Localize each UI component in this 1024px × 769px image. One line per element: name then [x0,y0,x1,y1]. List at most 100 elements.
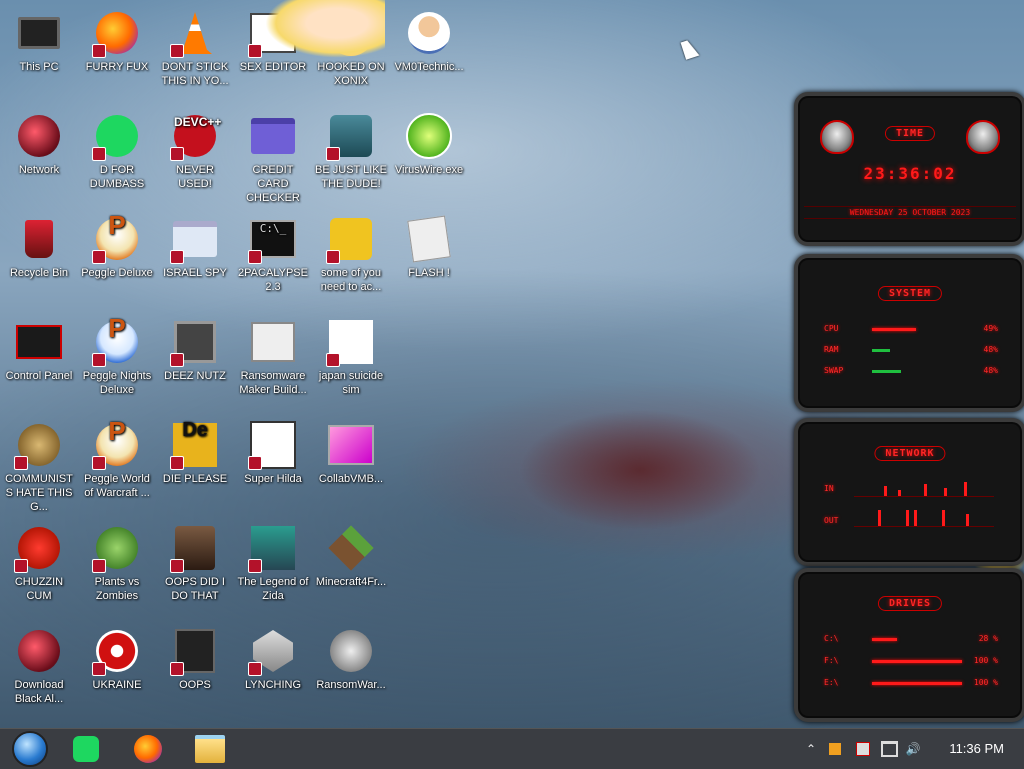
network-icon[interactable] [878,729,900,769]
icon-label: VirusWire.exe [394,164,464,176]
desktop-icon-plants-vs-zombies[interactable]: Plants vs Zombies [78,521,156,617]
scooby-icon [326,216,374,264]
desktop-icon-flash[interactable]: FLASH ! [390,212,468,308]
credit-card-icon [250,113,296,159]
desktop-icon-collabvm[interactable]: CollabVMB... [312,418,390,514]
drive-value: 28 % [978,634,998,643]
shortcut-arrow-icon [14,456,28,470]
shortcut-arrow-icon [170,662,184,676]
date-display: WEDNESDAY 25 OCTOBER 2023 [804,206,1016,219]
desktop-icon-oops-did-i[interactable]: OOPS DID I DO THAT [156,521,234,617]
drive-row-c: C:\ 28 % [824,634,998,648]
drive-label: E:\ [824,678,839,687]
taskbar-firefox[interactable] [122,729,174,769]
icon-label: FURRY FUX [85,61,149,73]
time-gadget[interactable]: TIME 23:36:02 WEDNESDAY 25 OCTOBER 2023 [794,92,1024,246]
shortcut-arrow-icon [92,250,106,264]
desktop-icon-furry-fux[interactable]: FURRY FUX [78,6,156,102]
volume-icon[interactable]: 🔊 [902,729,924,769]
drives-gadget[interactable]: DRIVES C:\ 28 % F:\ 100 % E:\ 100 % [794,568,1024,722]
icon-label: CHUZZIN CUM [14,576,64,602]
taskbar-file-explorer[interactable] [184,729,236,769]
icon-label: HOOKED ON XONIX [317,61,385,87]
desktop-icon-peggle-wow[interactable]: P Peggle World of Warcraft ... [78,418,156,514]
icon-label: OOPS DID I DO THAT [165,576,225,602]
desktop-icon-deez-nutz[interactable]: DEEZ NUTZ [156,315,234,411]
drive-label: C:\ [824,634,839,643]
desktop-icon-minecraft[interactable]: Minecraft4Fr... [312,521,390,617]
desktop-icon-credit-card[interactable]: CREDIT CARD CHECKER [234,109,312,205]
shortcut-arrow-icon [326,353,340,367]
lynching-icon [248,628,296,676]
desktop-icon-chuzzin[interactable]: CHUZZIN CUM [0,521,78,617]
icon-label: NEVER USED! [176,164,214,190]
chevron-up-icon[interactable]: ⌃ [800,729,822,769]
network-gadget[interactable]: NETWORK IN OUT [794,418,1024,566]
ram-label: RAM [824,345,839,354]
desktop-icon-recycle-bin[interactable]: Recycle Bin [0,212,78,308]
desktop-icon-japan-suicide-sim[interactable]: japan suicide sim [312,315,390,411]
shortcut-arrow-icon [170,559,184,573]
desktop-icon-download-black[interactable]: Download Black Al... [0,624,78,720]
shortcut-arrow-icon [170,353,184,367]
desktop-icon-ransomwar[interactable]: RansomWar... [312,624,390,720]
desktop-icon-ransomware-maker[interactable]: Ransomware Maker Build... [234,315,312,411]
portrait-icon [170,525,218,573]
desktop-icon-d-for-dumbass[interactable]: D FOR DUMBASS [78,109,156,205]
gadget-title: NETWORK [874,446,946,461]
alien-head-icon [966,120,1000,154]
icon-label: DEEZ NUTZ [164,370,226,382]
doctor-icon [406,10,452,56]
cpu-bar [872,328,916,331]
taskbar-spotify[interactable] [60,729,112,769]
desktop-icon-be-just-like-dude[interactable]: BE JUST LIKE THE DUDE! [312,109,390,205]
desktop-icon-die-please[interactable]: De DIE PLEASE [156,418,234,514]
desktop-icon-ukraine[interactable]: UKRAINE [78,624,156,720]
desktop-icon-viruswire[interactable]: VirusWire.exe [390,109,468,205]
zelda-icon [248,525,296,573]
desktop-icon-super-hilda[interactable]: Super Hilda [234,418,312,514]
shortcut-arrow-icon [170,456,184,470]
ram-row: RAM 48% [824,345,998,359]
desktop-icon-control-panel[interactable]: Control Panel [0,315,78,411]
desktop-icon-dont-stick[interactable]: DONT STICK THIS IN YO... [156,6,234,102]
shortcut-arrow-icon [92,559,106,573]
flash-icon [406,215,452,263]
network-spy-icon [170,216,218,264]
desktop-icon-never-used[interactable]: DEVC++ NEVER USED! [156,109,234,205]
desktop-icon-communists[interactable]: COMMUNISTS HATE THIS G... [0,418,78,514]
drive-row-e: E:\ 100 % [824,678,998,692]
action-center-icon[interactable] [852,729,874,769]
icon-label: DIE PLEASE [162,473,228,485]
recycle-bin-icon [16,216,62,262]
flag-icon[interactable] [824,729,846,769]
start-button[interactable] [4,729,56,769]
system-gadget[interactable]: SYSTEM CPU 49% RAM 48% SWAP 48% [794,254,1024,412]
desktop-icon-lynching[interactable]: LYNCHING [234,624,312,720]
icon-label: D FOR DUMBASS [89,164,145,190]
desktop-icon-peggle-nights[interactable]: P Peggle Nights Deluxe [78,315,156,411]
desktop-icon-vm0technic[interactable]: VM0Technic... [390,6,468,102]
desktop-icon-2pacalypse[interactable]: C:\_ 2PACALYPSE 2.3 [234,212,312,308]
desktop-icon-legend-of-zida[interactable]: The Legend of Zida [234,521,312,617]
desktop-icon-some-of-you[interactable]: some of you need to ac... [312,212,390,308]
desktop-icon-peggle-deluxe[interactable]: P Peggle Deluxe [78,212,156,308]
shortcut-arrow-icon [14,559,28,573]
taskbar-clock[interactable]: 11:36 PM [949,729,1004,769]
firefox-icon [134,735,162,763]
firefox-icon [92,10,140,58]
icon-label: FLASH ! [408,267,450,279]
collab-vm-icon [328,422,374,468]
shortcut-arrow-icon [248,456,262,470]
ram-bar [872,349,890,352]
icon-label: Control Panel [5,370,73,382]
icon-label: SEX EDITOR [239,61,307,73]
desktop-icon-oops[interactable]: OOPS [156,624,234,720]
shortcut-arrow-icon [248,250,262,264]
desktop-icon-israel-spy[interactable]: ISRAEL SPY [156,212,234,308]
desktop-icon-network[interactable]: Network [0,109,78,205]
desktop-icon-this-pc[interactable]: This PC [0,6,78,102]
shortcut-arrow-icon [92,147,106,161]
drive-row-f: F:\ 100 % [824,656,998,670]
taskbar: ⌃ 🔊 11:36 PM [0,728,1024,769]
